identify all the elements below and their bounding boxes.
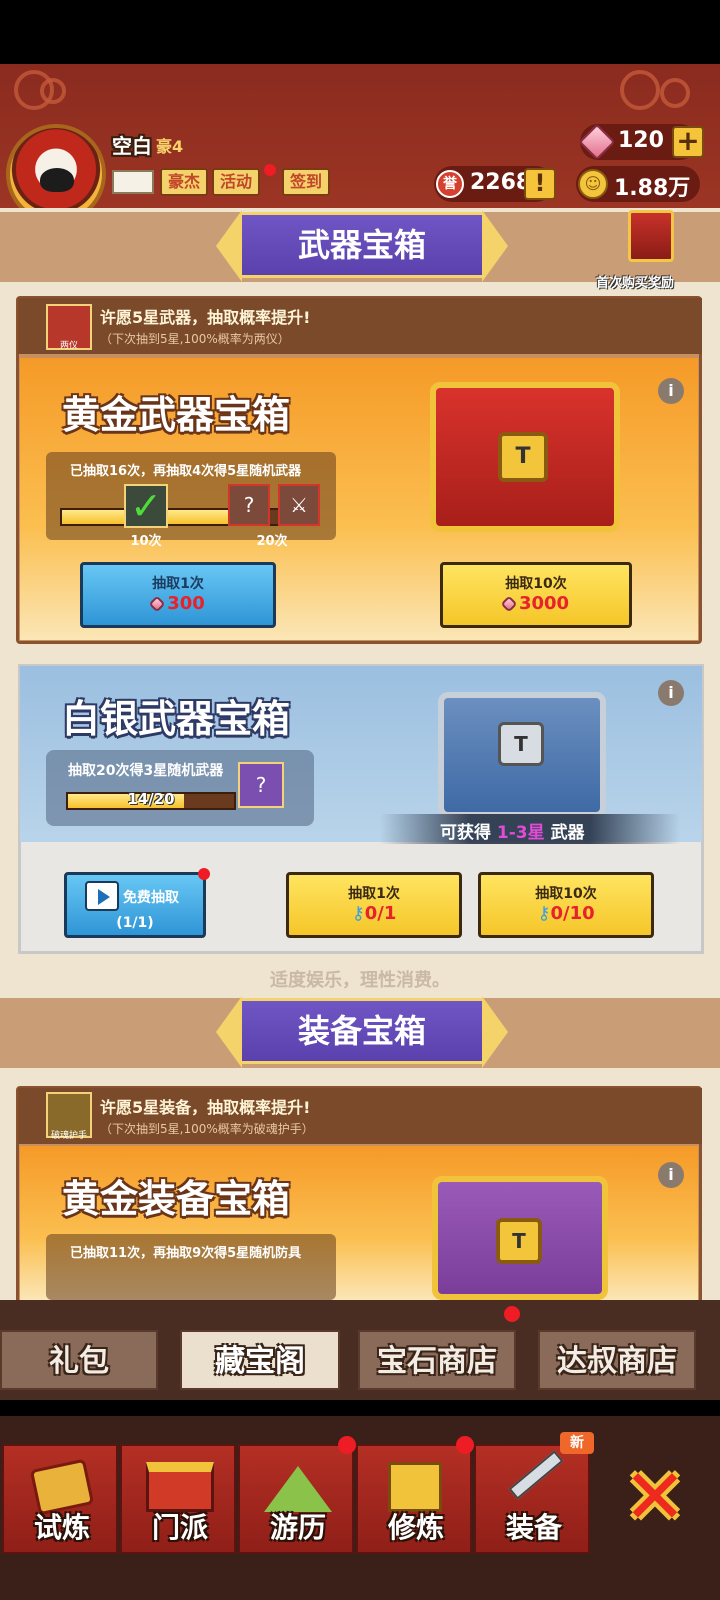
silver-draw-10-label: 抽取10次 — [535, 886, 597, 902]
banner-left-wing — [216, 210, 242, 282]
key-icon: ⚷ — [537, 903, 551, 924]
gold-equip-info-icon[interactable]: i — [658, 1162, 684, 1188]
equip-wish-title: 许愿5星装备，抽取概率提升! — [100, 1098, 311, 1117]
tab-treasure-pavilion[interactable]: 藏宝阁 — [180, 1330, 340, 1390]
silver-weapon-progress-value: 14/20 — [127, 790, 175, 808]
gold-weapon-draw-1-button[interactable]: 抽取1次 300 — [80, 562, 276, 628]
tab-dashu-shop[interactable]: 达叔商店 — [538, 1330, 696, 1390]
nav-cultivate[interactable]: 修炼 — [356, 1444, 472, 1554]
nav-trial[interactable]: 试炼 — [2, 1444, 118, 1554]
book-icon — [388, 1462, 442, 1512]
gem-value: 120 — [618, 128, 664, 153]
silver-draw-10-button[interactable]: 抽取10次 ⚷0/10 — [478, 872, 654, 938]
gold-weapon-title: 黄金武器宝箱 — [62, 393, 291, 437]
silver-gain-text: 可获得 1-3星 武器 — [440, 823, 585, 843]
heroes-button[interactable]: 豪杰 — [160, 168, 209, 196]
ticket-icon: 誉 — [436, 170, 464, 198]
draw-10-label: 抽取10次 — [505, 576, 567, 592]
first-purchase-chest-icon[interactable] — [628, 210, 674, 262]
milestone-10-label: 10次 — [130, 534, 162, 549]
moderation-notice: 适度娱乐，理性消费。 — [270, 970, 450, 991]
nav-equipment[interactable]: 装备 — [474, 1444, 590, 1554]
nav-trial-label: 试炼 — [33, 1511, 90, 1544]
cultivate-notify-dot — [456, 1436, 474, 1454]
status-bar — [0, 0, 720, 64]
draw-10-price: 3000 — [443, 593, 629, 614]
milestone-20-label: 20次 — [256, 534, 288, 549]
coin-value: 1.88万 — [614, 176, 691, 201]
gold-equip-chest-image: T — [432, 1176, 608, 1300]
free-draw-notify-dot — [198, 868, 210, 880]
checkin-button[interactable]: 签到 — [282, 168, 331, 196]
player-level: 豪4 — [156, 137, 184, 156]
silver-draw-1-button[interactable]: 抽取1次 ⚷0/1 — [286, 872, 462, 938]
nav-sect[interactable]: 门派 — [120, 1444, 236, 1554]
nav-travel[interactable]: 游历 — [238, 1444, 354, 1554]
milestone-weapon-icon[interactable]: ⚔ — [278, 484, 320, 526]
draw-1-price: 300 — [83, 593, 273, 614]
silver-free-draw-button[interactable]: 免费抽取 (1/1) — [64, 872, 206, 938]
silver-draw-1-price: ⚷0/1 — [351, 903, 397, 924]
coin-icon: ☺ — [578, 169, 608, 199]
ticket-alert-button[interactable]: ! — [524, 168, 556, 200]
gold-weapon-info-icon[interactable]: i — [658, 378, 684, 404]
equip-section-title: 装备宝箱 — [242, 998, 482, 1064]
gold-equip-title: 黄金装备宝箱 — [62, 1177, 291, 1221]
weapon-wish-subtitle: （下次抽到5星,100%概率为两仪） — [100, 332, 290, 346]
free-draw-label: 免费抽取 — [123, 890, 179, 906]
video-play-icon — [85, 881, 119, 911]
gold-weapon-draw-10-button[interactable]: 抽取10次 3000 — [440, 562, 632, 628]
silver-weapon-title: 白银武器宝箱 — [62, 697, 291, 741]
weapon-section-title: 武器宝箱 — [242, 212, 482, 278]
milestone-mystery-weapon-icon[interactable]: ? — [228, 484, 270, 526]
banner-left-wing — [216, 996, 242, 1068]
draw-1-label: 抽取1次 — [152, 576, 204, 592]
equip-wish-subtitle: （下次抽到5星,100%概率为破魂护手） — [100, 1122, 314, 1136]
silver-draw-10-price: ⚷0/10 — [537, 903, 595, 924]
nav-equipment-label: 装备 — [505, 1511, 562, 1544]
nav-sect-label: 门派 — [151, 1511, 208, 1544]
nav-cultivate-label: 修炼 — [387, 1511, 444, 1544]
nav-travel-label: 游历 — [269, 1511, 326, 1544]
travel-notify-dot — [338, 1436, 356, 1454]
activity-button[interactable]: 活动 — [212, 168, 261, 196]
milestone-claimed-check-icon: ✓ — [124, 484, 168, 528]
close-icon[interactable]: ✕ — [592, 1444, 718, 1554]
new-badge: 新 — [560, 1432, 594, 1454]
silver-weapon-chest-image: T — [438, 692, 606, 818]
key-icon: ⚷ — [351, 903, 365, 924]
banner-right-wing — [482, 996, 508, 1068]
free-draw-count: (1/1) — [116, 915, 154, 931]
gate-icon — [146, 1462, 214, 1512]
tab-gift-pack[interactable]: 礼包 — [0, 1330, 158, 1390]
gold-weapon-chest-image: T — [430, 382, 620, 532]
mail-icon[interactable] — [112, 170, 154, 194]
tab-gem-shop[interactable]: 宝石商店 — [358, 1330, 516, 1390]
wish-equip-label: 破魂护手 — [50, 1131, 87, 1141]
first-purchase-label[interactable]: 首次购买奖励 — [596, 272, 674, 291]
gold-equip-progress-text: 已抽取11次，再抽取9次得5星随机防具 — [70, 1246, 302, 1261]
silver-weapon-info-icon[interactable]: i — [658, 680, 684, 706]
ticket-value: 2268 — [470, 170, 532, 195]
sword-icon — [508, 1450, 564, 1500]
gold-weapon-progress-text: 已抽取16次，再抽取4次得5星随机武器 — [70, 464, 302, 479]
wish-weapon-label: 两仪 — [59, 341, 78, 351]
activity-notify-dot — [264, 164, 276, 176]
banner-right-wing — [482, 210, 508, 282]
silver-draw-1-label: 抽取1次 — [348, 886, 400, 902]
add-gems-button[interactable]: + — [672, 126, 704, 158]
player-name: 空白 — [112, 134, 152, 158]
gem-shop-notify-dot — [504, 1306, 520, 1322]
silver-weapon-progress-text: 抽取20次得3星随机武器 — [68, 763, 224, 779]
silver-milestone-weapon-icon[interactable]: ? — [238, 762, 284, 808]
weapon-wish-title: 许愿5星武器，抽取概率提升! — [100, 308, 311, 327]
